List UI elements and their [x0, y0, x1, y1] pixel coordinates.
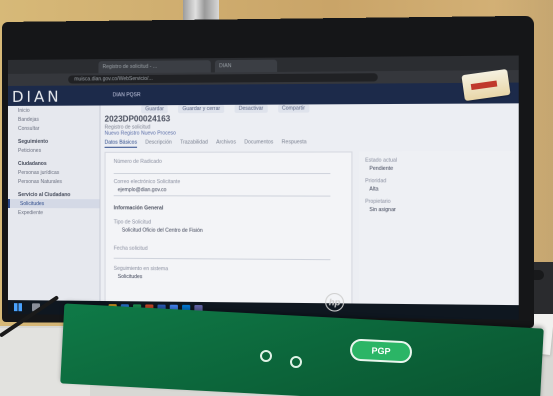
sidebar-item-peticiones[interactable]: Peticiones — [8, 146, 100, 155]
record-title: 2023DP00024163 — [104, 114, 171, 124]
recycle-icon — [290, 356, 302, 368]
folder-badge: PGP — [349, 338, 413, 364]
browser-tab[interactable]: DIAN — [214, 59, 278, 73]
record-process-link[interactable]: Nuevo Registro Nuevo Proceso — [105, 130, 176, 136]
sidebar-section-seguimiento: Seguimiento — [17, 138, 49, 145]
right-panel: Estado actual Pendiente Prioridad Alta P… — [358, 151, 515, 308]
tab-trazabilidad[interactable]: Trazabilidad — [180, 139, 208, 147]
save-button[interactable]: Guardar — [141, 105, 169, 114]
sidebar-item-personas-juridicas[interactable]: Personas jurídicas — [8, 168, 100, 177]
windows-start-icon[interactable] — [13, 303, 22, 312]
status-value: Pendiente — [369, 165, 394, 172]
url-input[interactable]: muisca.dian.gov.co/WebServicio/... — [68, 73, 378, 84]
field-label: Propietario — [365, 198, 391, 205]
form-card: Número de Radicado Correo electrónico So… — [104, 151, 353, 306]
field-divider — [113, 173, 331, 175]
field-label: Tipo de Solicitud — [113, 219, 152, 226]
tab-datos-basicos[interactable]: Datos Básicos — [104, 139, 138, 148]
sidebar-item-bandejas[interactable]: Bandejas — [8, 115, 100, 124]
tracking-field[interactable]: Solicitudes — [118, 274, 143, 280]
browser-tab[interactable]: Registro de solicitud - ... — [98, 60, 211, 74]
sidebar-item-personas-naturales[interactable]: Personas Naturales — [8, 177, 100, 186]
command-bar: Guardar Guardar y cerrar Desactivar Comp… — [141, 104, 310, 114]
sidebar-section-servicio: Servicio al Ciudadano — [17, 192, 71, 199]
share-button[interactable]: Compartir — [277, 104, 310, 113]
sidebar-item-expediente[interactable]: Expediente — [8, 208, 100, 217]
sidebar-item-solicitudes[interactable]: Solicitudes — [7, 199, 100, 209]
email-field[interactable]: ejemplo@dian.gov.co — [118, 187, 167, 193]
computer-monitor: Registro de solicitud - ... DIAN muisca.… — [2, 15, 534, 329]
priority-value: Alta — [369, 186, 379, 193]
request-type-field[interactable]: Solicitud Oficio del Centro de Fisión — [122, 228, 203, 234]
tab-archivos[interactable]: Archivos — [216, 139, 236, 147]
app-header: DIAN DIAN PQSR — [7, 82, 519, 106]
sidebar-item-consultar[interactable]: Consultar — [8, 124, 100, 133]
tab-respuesta[interactable]: Respuesta — [282, 139, 307, 147]
field-label: Seguimiento en sistema — [113, 265, 169, 273]
field-divider — [113, 195, 331, 197]
sidebar: Inicio Bandejas Consultar Seguimiento Pe… — [7, 105, 101, 316]
field-label: Fecha solicitud — [113, 245, 148, 252]
field-label: Estado actual — [365, 157, 398, 164]
save-close-button[interactable]: Guardar y cerrar — [178, 104, 225, 114]
field-label: Número de Radicado — [113, 158, 162, 165]
tab-descripcion[interactable]: Descripción — [145, 140, 172, 148]
owner-value: Sin asignar — [369, 206, 396, 214]
record-tabs: Datos Básicos Descripción Trazabilidad A… — [104, 139, 307, 148]
section-heading: Información General — [113, 205, 164, 212]
hp-logo: hp — [325, 292, 345, 312]
sidebar-item-inicio[interactable]: Inicio — [8, 106, 100, 115]
tab-documentos[interactable]: Documentos — [244, 139, 273, 147]
field-label: Correo electrónico Solicitante — [113, 179, 181, 186]
monitor-screen: Registro de solicitud - ... DIAN muisca.… — [7, 55, 519, 320]
deactivate-button[interactable]: Desactivar — [234, 104, 268, 113]
recycle-icon — [260, 350, 272, 362]
field-divider — [113, 257, 331, 261]
sidebar-section-ciudadanos: Ciudadanos — [17, 160, 47, 167]
main-content: Guardar Guardar y cerrar Desactivar Comp… — [100, 103, 519, 320]
app-title: DIAN PQSR — [112, 92, 141, 99]
dian-logo: DIAN — [11, 87, 62, 106]
field-label: Prioridad — [365, 178, 387, 185]
